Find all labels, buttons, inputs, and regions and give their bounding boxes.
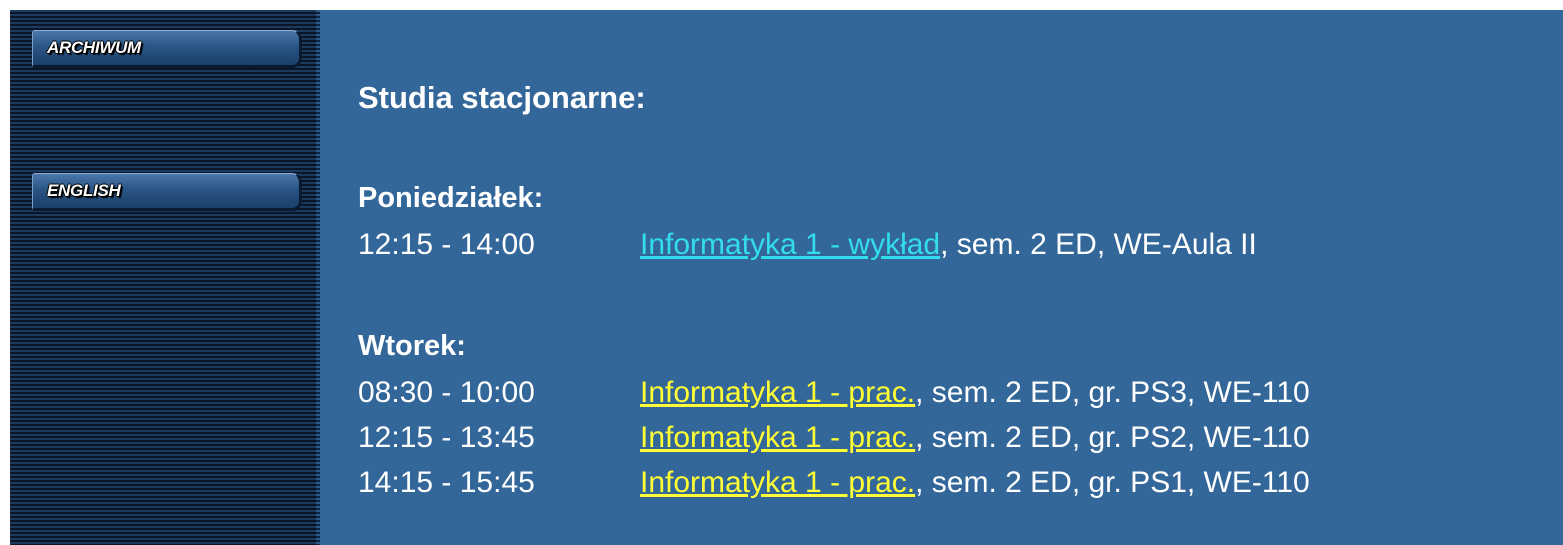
entry: Informatyka 1 - prac., sem. 2 ED, gr. PS…: [640, 376, 1310, 410]
time-range: 12:15 - 13:45: [358, 421, 535, 454]
time-range: 08:30 - 10:00: [358, 376, 535, 409]
entry-details: , sem. 2 ED, gr. PS3, WE-110: [915, 376, 1310, 409]
day-heading-tuesday: Wtorek:: [358, 330, 466, 362]
course-link-lab[interactable]: Informatyka 1 - prac.: [640, 421, 915, 454]
day-heading-monday: Poniedziałek:: [358, 182, 544, 214]
course-link-lab[interactable]: Informatyka 1 - prac.: [640, 376, 915, 409]
entry-details: , sem. 2 ED, WE-Aula II: [940, 228, 1257, 261]
entry: Informatyka 1 - prac., sem. 2 ED, gr. PS…: [640, 466, 1310, 500]
time-range: 12:15 - 14:00: [358, 228, 535, 261]
archive-button-label: ARCHIWUM: [47, 38, 141, 57]
entry: Informatyka 1 - prac., sem. 2 ED, gr. PS…: [640, 421, 1310, 455]
page-frame: ARCHIWUM ENGLISH Studia stacjonarne: Pon…: [10, 10, 1563, 545]
entry-details: , sem. 2 ED, gr. PS1, WE-110: [915, 466, 1310, 499]
entry: Informatyka 1 - wykład, sem. 2 ED, WE-Au…: [640, 228, 1257, 262]
archive-button[interactable]: ARCHIWUM: [32, 30, 302, 68]
english-button[interactable]: ENGLISH: [32, 173, 302, 211]
entry-details: , sem. 2 ED, gr. PS2, WE-110: [915, 421, 1310, 454]
page-title: Studia stacjonarne:: [358, 80, 646, 115]
course-link-lab[interactable]: Informatyka 1 - prac.: [640, 466, 915, 499]
sidebar: ARCHIWUM ENGLISH: [10, 10, 316, 545]
english-button-label: ENGLISH: [47, 181, 121, 200]
sidebar-divider: [316, 10, 320, 545]
course-link-lecture[interactable]: Informatyka 1 - wykład: [640, 228, 940, 261]
time-range: 14:15 - 15:45: [358, 466, 535, 499]
